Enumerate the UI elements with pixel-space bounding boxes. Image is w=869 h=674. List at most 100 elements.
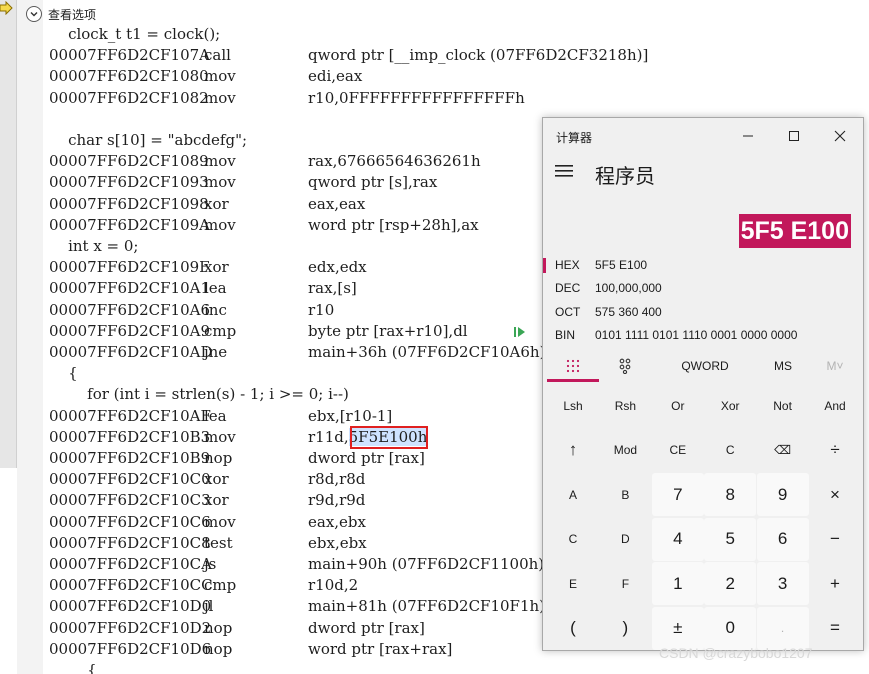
asm-address: 00007FF6D2CF10CA <box>49 555 212 573</box>
add-button[interactable]: + <box>809 562 861 605</box>
decimal-button[interactable]: . <box>756 606 809 650</box>
asm-operands: ebx,ebx <box>308 533 367 554</box>
digit-2-button[interactable]: 2 <box>704 562 757 605</box>
asm-mnemonic: lea <box>204 406 227 425</box>
asm-operands: qword ptr [__imp_clock (07FF6D2CF3218h)] <box>308 45 648 66</box>
asm-operands: dword ptr [rax] <box>308 618 425 639</box>
asm-mnemonic: mov <box>204 88 236 107</box>
not-button[interactable]: Not <box>756 384 809 427</box>
asm-mnemonic: xor <box>204 491 229 510</box>
backspace-button[interactable]: ⌫ <box>756 428 809 472</box>
maximize-button[interactable] <box>779 124 809 148</box>
hamburger-menu-icon[interactable] <box>555 164 573 178</box>
hex-d-button[interactable]: D <box>599 517 652 561</box>
digit-0-button[interactable]: 0 <box>704 606 757 650</box>
multiply-button[interactable]: × <box>809 473 861 516</box>
negate-button[interactable]: ± <box>651 606 704 650</box>
mod-button[interactable]: Mod <box>599 428 652 472</box>
digit-5-button[interactable]: 5 <box>704 517 757 561</box>
hex-e-button[interactable]: E <box>547 562 599 605</box>
subtract-button[interactable]: − <box>809 517 861 561</box>
digit-7-button[interactable]: 7 <box>651 473 704 516</box>
close-paren-button[interactable]: ) <box>599 606 652 650</box>
base-name: HEX <box>555 258 580 272</box>
asm-operand-text: edx,edx <box>308 258 367 277</box>
asm-operand-text: main+81h (07FF6D2CF10F1h) <box>308 597 546 616</box>
base-row-hex[interactable]: HEX 5F5 E100 <box>543 255 865 277</box>
digit-1-button[interactable]: 1 <box>651 562 704 605</box>
hex-c-button[interactable]: C <box>547 517 599 561</box>
asm-operands: r9d,r9d <box>308 490 365 511</box>
asm-operand-text: r10,0FFFFFFFFFFFFFFFFh <box>308 88 525 107</box>
digit-9-button[interactable]: 9 <box>756 473 809 516</box>
or-button[interactable]: Or <box>651 384 704 427</box>
asm-address: 00007FF6D2CF1082 <box>49 88 209 107</box>
digit-3-button[interactable]: 3 <box>756 562 809 605</box>
hex-a-button[interactable]: A <box>547 473 599 516</box>
digit-6-button[interactable]: 6 <box>756 517 809 561</box>
asm-address: 00007FF6D2CF10A9 <box>49 321 210 340</box>
keypad-tab[interactable] <box>547 350 599 382</box>
base-value: 0101 1111 0101 1110 0001 0000 0000 <box>595 327 798 342</box>
chevron-down-icon <box>26 6 42 22</box>
asm-operands: ebx,[r10-1] <box>308 406 392 427</box>
word-size-button[interactable]: QWORD <box>657 350 753 382</box>
asm-mnemonic: js <box>204 555 217 573</box>
asm-address: 00007FF6D2CF109F <box>49 258 210 277</box>
asm-address: 00007FF6D2CF10B3 <box>49 427 211 446</box>
current-statement-arrow-icon <box>0 1 13 15</box>
asm-address: 00007FF6D2CF10B9 <box>49 449 211 467</box>
hex-b-button[interactable]: B <box>599 473 652 516</box>
memory-store-button[interactable]: MS <box>757 350 809 382</box>
run-to-cursor-icon[interactable] <box>514 326 526 338</box>
and-button[interactable]: And <box>809 384 861 427</box>
keypad-grid-icon <box>566 359 580 373</box>
memory-recall-button[interactable]: M˅ <box>809 350 861 382</box>
asm-operand-text: r10d,2 <box>308 576 359 595</box>
asm-address: 00007FF6D2CF1093 <box>49 173 209 192</box>
shift-button[interactable]: ↑ <box>547 428 599 472</box>
asm-operands: main+81h (07FF6D2CF10F1h) <box>308 596 545 617</box>
asm-operands: r10d,2 <box>308 575 358 596</box>
minimize-button[interactable] <box>733 124 763 148</box>
window-title: 计算器 <box>556 131 593 145</box>
view-options-toggle[interactable]: 查看选项 <box>26 5 96 23</box>
lsh-button[interactable]: Lsh <box>547 384 599 427</box>
asm-operand-text: eax,eax <box>308 194 366 213</box>
asm-address: 00007FF6D2CF109A <box>49 215 210 234</box>
clear-button[interactable]: C <box>704 428 757 472</box>
hex-f-button[interactable]: F <box>599 562 652 605</box>
base-row-bin[interactable]: BIN 0101 1111 0101 1110 0001 0000 0000 <box>543 325 865 347</box>
base-row-oct[interactable]: OCT 575 360 400 <box>543 302 865 324</box>
highlight-box <box>350 426 428 449</box>
close-button[interactable] <box>825 124 855 148</box>
bit-toggle-icon <box>619 358 631 374</box>
asm-address: 00007FF6D2CF10A1 <box>49 279 210 298</box>
clear-entry-button[interactable]: CE <box>651 428 704 472</box>
asm-mnemonic: mov <box>204 512 236 531</box>
asm-operands: word ptr [rax+rax] <box>308 639 452 660</box>
asm-address: 00007FF6D2CF10AF <box>49 406 211 425</box>
asm-operand-text: dword ptr [rax] <box>308 618 425 637</box>
asm-operand-text: rax,[s] <box>308 279 357 298</box>
asm-mnemonic: xor <box>204 258 229 277</box>
asm-address: 00007FF6D2CF10AD <box>49 343 213 361</box>
digit-4-button[interactable]: 4 <box>651 517 704 561</box>
digit-8-button[interactable]: 8 <box>704 473 757 516</box>
close-icon <box>834 130 846 142</box>
mode-title: 程序员 <box>595 166 655 188</box>
rsh-button[interactable]: Rsh <box>599 384 652 427</box>
base-row-dec[interactable]: DEC 100,000,000 <box>543 278 865 300</box>
xor-button[interactable]: Xor <box>704 384 757 427</box>
divide-button[interactable]: ÷ <box>809 428 861 472</box>
maximize-icon <box>789 131 799 141</box>
asm-operands: word ptr [rsp+28h],ax <box>308 215 479 236</box>
asm-operand-text: main+36h (07FF6D2CF10A6h) <box>308 343 546 361</box>
bit-toggle-tab[interactable] <box>599 350 651 382</box>
calculator-window[interactable]: 计算器 程序员 5F5 E100 HEX 5F5 E100 DEC 100,000,0… <box>542 117 864 651</box>
equals-button[interactable]: = <box>809 606 861 650</box>
asm-operand-text: rax,67666564636261h <box>308 152 481 171</box>
open-paren-button[interactable]: ( <box>547 606 599 650</box>
asm-operand-text: main+90h (07FF6D2CF1100h) <box>308 555 545 573</box>
asm-mnemonic: mov <box>204 215 236 234</box>
